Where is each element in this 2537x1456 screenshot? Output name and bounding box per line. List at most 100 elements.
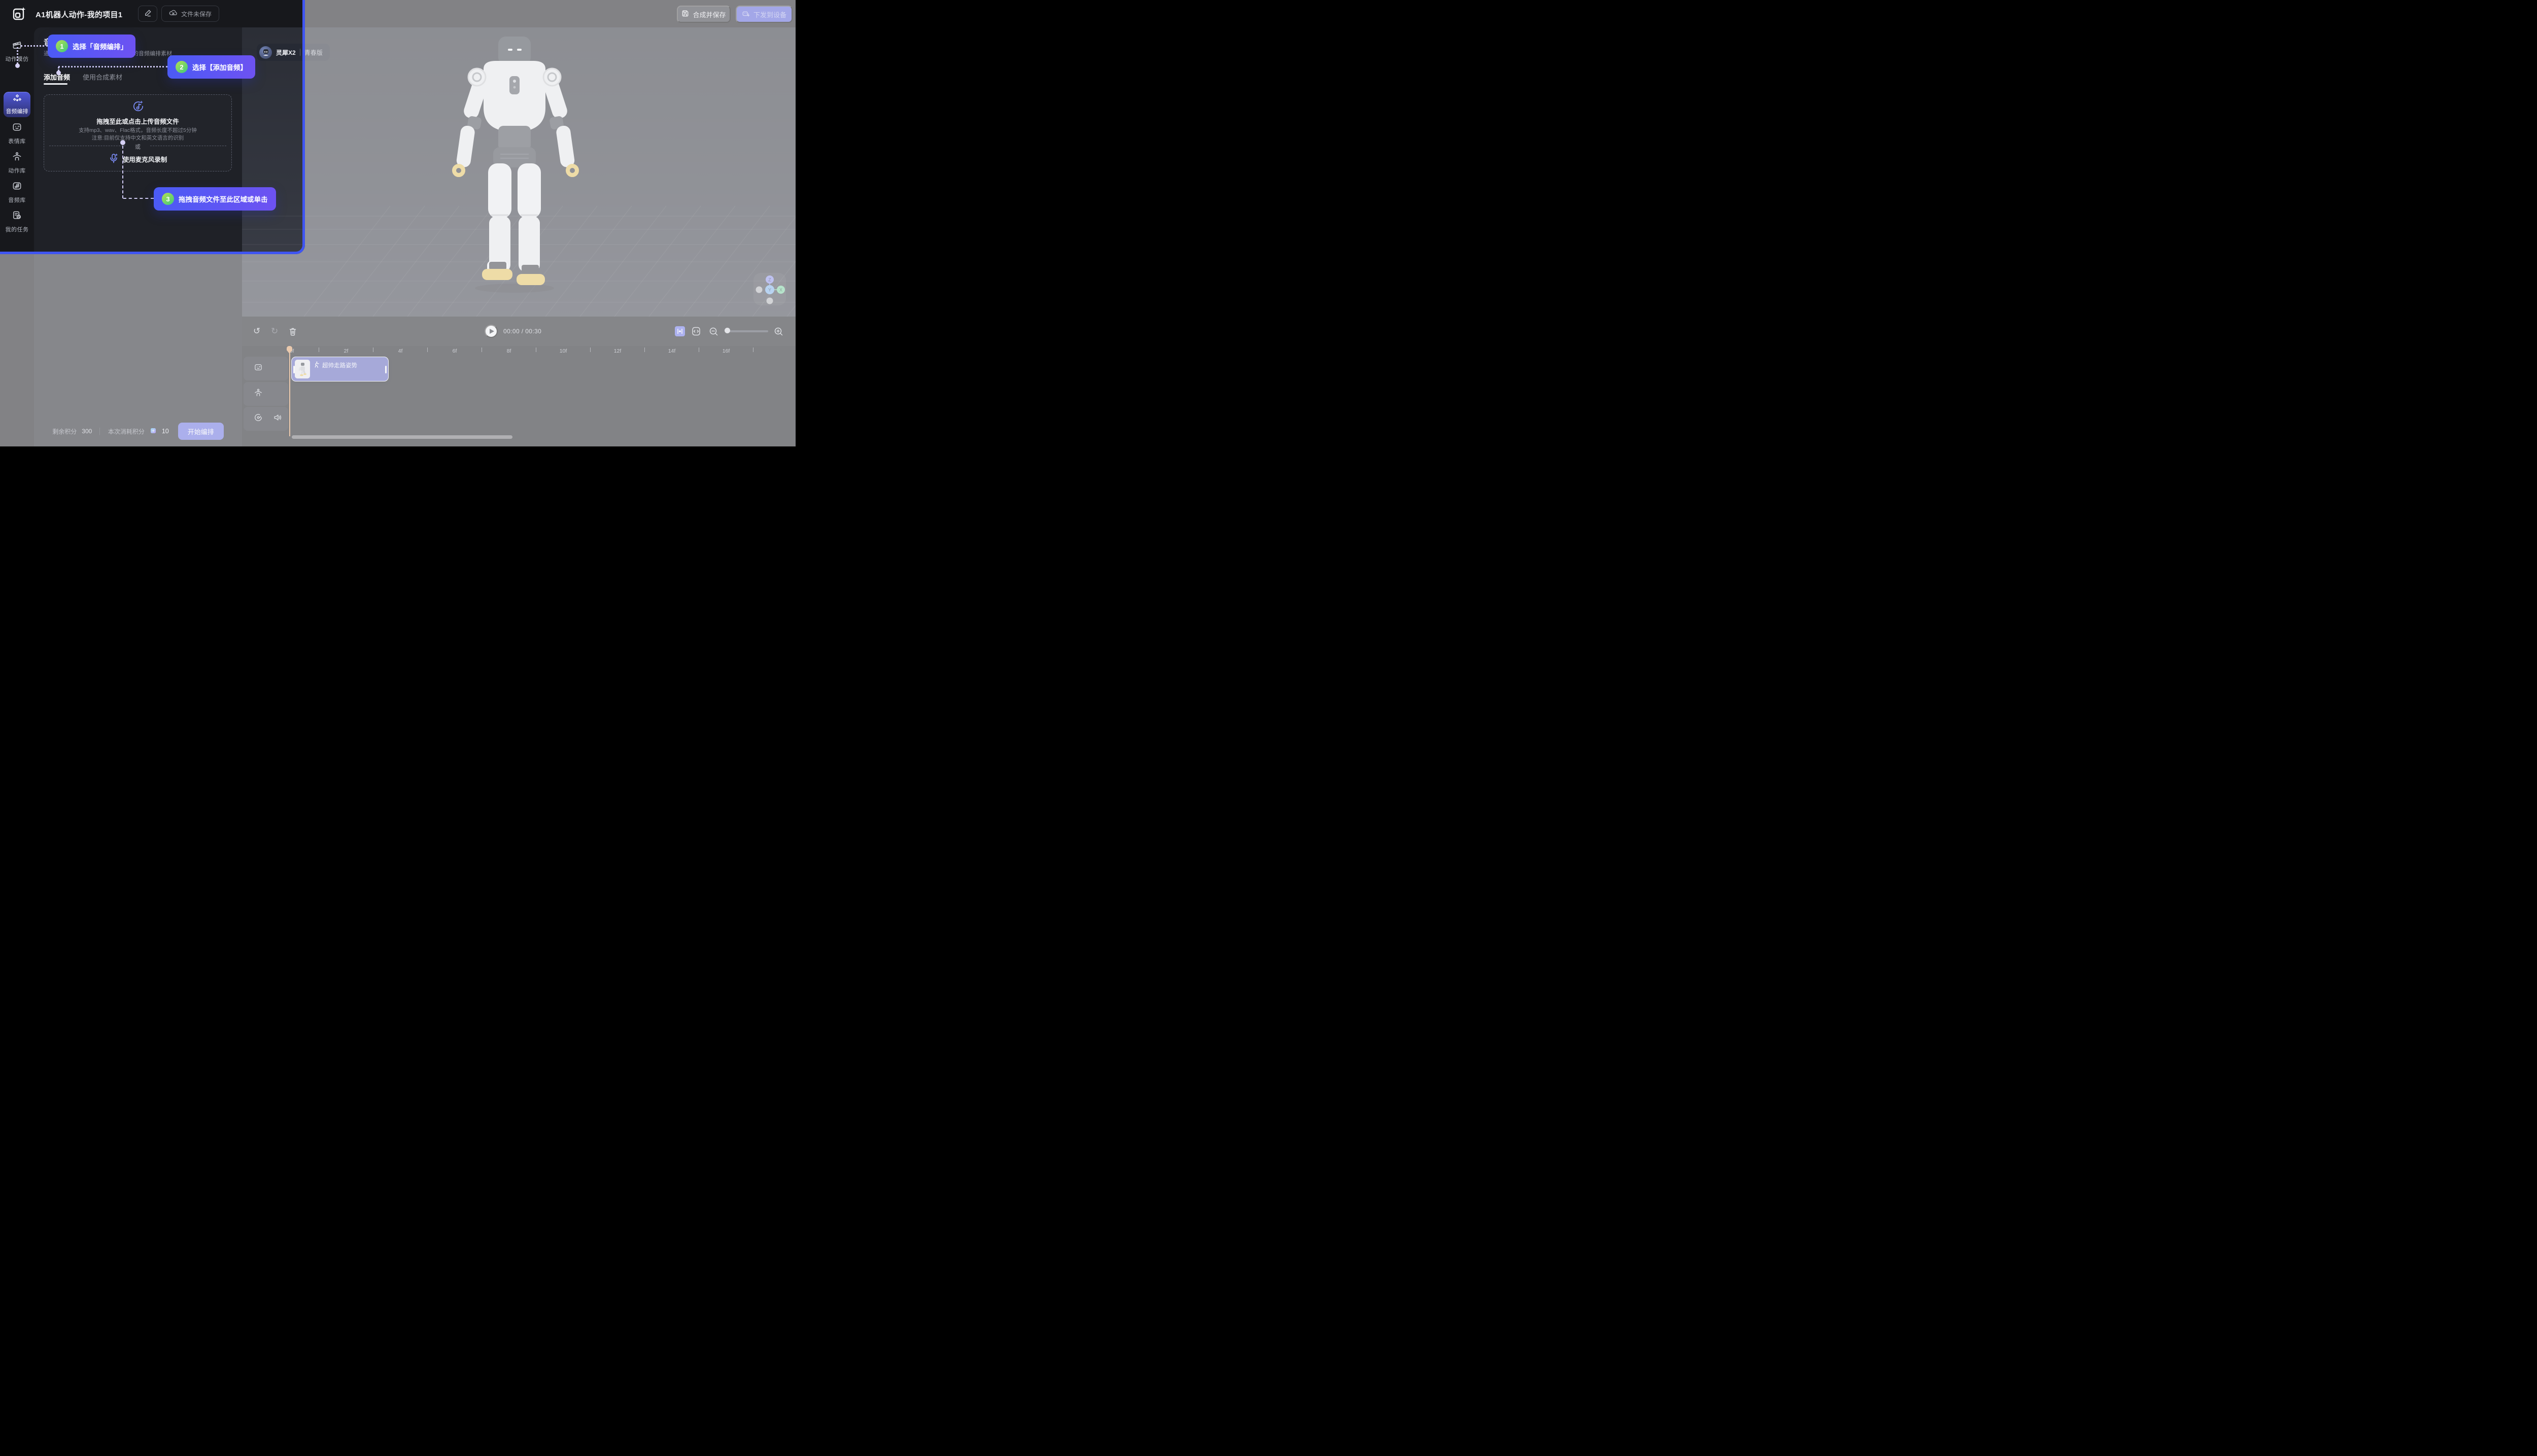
- save-icon: [681, 10, 689, 19]
- cost-value: 10: [162, 428, 169, 435]
- person-track-icon: [254, 388, 263, 400]
- cloud-unsaved-icon: [169, 9, 178, 19]
- tab-use-synth-material[interactable]: 使用合成素材: [83, 72, 122, 82]
- playhead-line: [289, 353, 290, 436]
- start-arrange-button[interactable]: 开始编排: [178, 423, 224, 440]
- walking-person-icon: [314, 361, 320, 369]
- face-icon: [12, 122, 22, 135]
- robot-model: [424, 32, 607, 296]
- step-1-text: 选择「音频编排」: [73, 41, 127, 51]
- microphone-sparkle-icon: [109, 153, 119, 165]
- play-icon: [490, 329, 494, 334]
- playback-toolbar: ↺ ↻ 00:00 / 00:30: [242, 317, 796, 346]
- sidebar-item-audio-arrange[interactable]: 音频编排: [4, 92, 30, 117]
- robot-avatar: [259, 46, 272, 59]
- upload-audio-sparkle-icon: [131, 99, 145, 113]
- ruler-label: 6f: [453, 348, 457, 354]
- upload-title: 拖拽至此或点击上传音频文件: [44, 116, 231, 126]
- timeline-area: 0f 2f 4f 6f 8f 10f 12f 14f 16f: [242, 346, 796, 446]
- clapperboard-icon: [12, 40, 22, 53]
- motion-track-header[interactable]: [244, 382, 288, 406]
- ruler-tick: [590, 348, 591, 352]
- step-1-badge: 1: [56, 40, 68, 52]
- audio-upload-dropzone[interactable]: 拖拽至此或点击上传音频文件 支持mp3、wav、Flac格式，音频长度不超过5分…: [44, 94, 232, 171]
- zoom-out-icon[interactable]: [709, 317, 718, 346]
- music-note-icon: [12, 181, 22, 194]
- sidebar-item-my-tasks[interactable]: 我的任务: [0, 210, 34, 233]
- clip-label: 超帅走路姿势: [314, 361, 357, 369]
- sidebar-item-motion-library[interactable]: 动作库: [0, 151, 34, 175]
- face-track-icon: [254, 363, 263, 374]
- step-2-badge: 2: [176, 61, 188, 73]
- timeline-zoom-slider-knob[interactable]: [725, 328, 730, 333]
- robot-download-icon: [742, 10, 750, 19]
- left-nav-sidebar: 动作模仿 音频编排 表情库: [0, 27, 34, 446]
- upload-format-hint: 支持mp3、wav、Flac格式，音频长度不超过5分钟: [44, 126, 231, 134]
- clip-thumbnail: [295, 360, 310, 378]
- sidebar-item-audio-library[interactable]: 音频库: [0, 181, 34, 204]
- step-3-badge: 3: [162, 193, 174, 205]
- task-list-icon: [12, 210, 22, 223]
- record-with-mic-button[interactable]: 使用麦克风录制: [44, 153, 231, 165]
- ruler-label: 16f: [723, 348, 730, 354]
- app-logo-icon: [11, 6, 27, 22]
- viewport-axis-gizmo[interactable]: Z Y X: [753, 273, 786, 305]
- play-button[interactable]: [485, 325, 498, 338]
- robot-name: 灵犀X2: [276, 48, 296, 57]
- ruler-label: 2f: [344, 348, 349, 354]
- time-display: 00:00 / 00:30: [503, 328, 541, 335]
- cost-label: 本次消耗积分: [108, 427, 145, 436]
- robot-3d-viewport[interactable]: 灵犀X2 青春版 Z Y X: [242, 27, 796, 317]
- keyframe-snap-icon[interactable]: [675, 326, 685, 336]
- robot-model-badge: 灵犀X2 青春版: [257, 44, 330, 61]
- credits-footer: 剩余积分 300 │ 本次消耗积分 10 开始编排: [34, 421, 242, 441]
- tutorial-step-2: 2 选择【添加音频】: [167, 55, 255, 79]
- motion-clip[interactable]: 超帅走路姿势: [291, 357, 389, 382]
- audio-arrange-icon: [12, 94, 22, 106]
- deploy-to-device-button[interactable]: 下发到设备: [736, 6, 793, 23]
- timeline-scrollbar[interactable]: [292, 435, 512, 439]
- ruler-label: 4f: [398, 348, 403, 354]
- undo-icon[interactable]: ↺: [253, 317, 260, 346]
- zoom-in-icon[interactable]: [774, 317, 783, 346]
- active-tab-underline: [44, 83, 67, 85]
- pencil-icon: [144, 9, 152, 18]
- or-divider-label: 或: [44, 143, 231, 151]
- app-window: A1机器人动作-我的项目1 文件未保存: [0, 0, 796, 446]
- ruler-tick: [644, 348, 645, 352]
- ruler-label: 8f: [507, 348, 511, 354]
- clip-left-handle[interactable]: [293, 366, 295, 373]
- file-unsaved-status: 文件未保存: [161, 6, 219, 22]
- step-3-text: 拖拽音频文件至此区域或单击: [179, 194, 268, 204]
- credits-remaining-label: 剩余积分: [52, 427, 77, 436]
- tab-add-audio[interactable]: 添加音频: [44, 72, 70, 82]
- ruler-label: 14f: [668, 348, 676, 354]
- footer-separator: │: [98, 428, 102, 435]
- ruler-tick: [427, 348, 428, 352]
- volume-icon[interactable]: [273, 413, 282, 425]
- upload-language-hint: 注意:目前仅支持中文和英文语言的识别: [44, 134, 231, 142]
- sidebar-item-expression-library[interactable]: 表情库: [0, 122, 34, 145]
- audio-track-header[interactable]: [244, 407, 288, 431]
- fit-width-icon[interactable]: [691, 317, 701, 346]
- clip-right-handle[interactable]: [385, 366, 387, 373]
- svg-text:Z: Z: [768, 278, 771, 283]
- project-title: A1机器人动作-我的项目1: [36, 9, 122, 20]
- delete-icon[interactable]: [289, 317, 297, 346]
- svg-text:Y: Y: [768, 288, 771, 293]
- record-disc-icon: [254, 413, 263, 425]
- redo-icon[interactable]: ↻: [271, 317, 278, 346]
- credit-coin-icon: [150, 427, 157, 436]
- audio-arrange-panel: 音频编排 通过上传的音频智能生成动作和表情的音频编排素材 添加音频 使用合成素材…: [34, 27, 242, 446]
- top-bar: A1机器人动作-我的项目1 文件未保存: [0, 0, 796, 27]
- rename-project-button[interactable]: [138, 6, 157, 22]
- save-compose-button[interactable]: 合成并保存: [677, 6, 731, 23]
- sidebar-item-motion-mimic[interactable]: 动作模仿: [0, 40, 34, 63]
- step-2-text: 选择【添加音频】: [192, 62, 247, 72]
- tutorial-step-3: 3 拖拽音频文件至此区域或单击: [154, 187, 276, 211]
- svg-text:X: X: [779, 288, 782, 293]
- timeline-zoom-slider-track[interactable]: [726, 330, 768, 332]
- expression-track-header[interactable]: [244, 357, 288, 380]
- ruler-label: 10f: [560, 348, 567, 354]
- credits-remaining-value: 300: [82, 428, 92, 435]
